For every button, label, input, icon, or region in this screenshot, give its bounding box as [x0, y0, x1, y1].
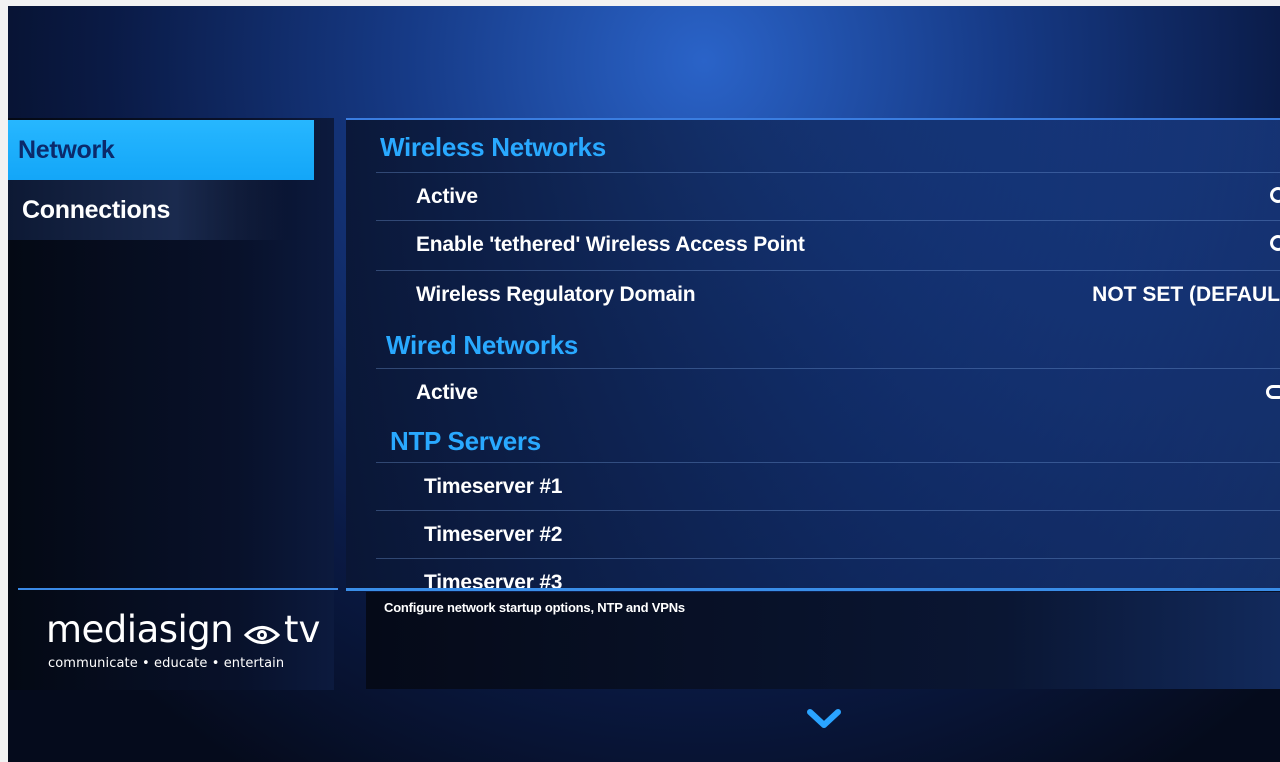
setting-label: Timeserver #3	[424, 571, 563, 588]
sidebar-item-connections[interactable]: Connections	[8, 180, 288, 240]
setting-row-tethered-ap[interactable]: Enable 'tethered' Wireless Access Point	[376, 220, 1280, 268]
setting-label: Timeserver #2	[424, 523, 563, 546]
setting-row-wireless-active[interactable]: Active	[376, 172, 1280, 220]
section-header-ntp: NTP Servers	[390, 426, 541, 456]
screen: Network Connections mediasign tv communi…	[0, 0, 1280, 762]
logo-brand: mediasign	[46, 608, 234, 651]
setting-row-timeserver-3[interactable]: Timeserver #3	[376, 558, 1280, 588]
sidebar-item-label: Network	[18, 136, 115, 164]
sidebar-item-network[interactable]: Network	[8, 120, 314, 180]
sidebar-divider	[18, 588, 338, 590]
mediasign-logo: mediasign tv communicate • educate • ent…	[28, 608, 328, 678]
settings-panel: Wireless Networks Active Enable 'tethere…	[346, 118, 1280, 588]
frame-top	[0, 0, 1280, 6]
frame-left	[0, 0, 8, 762]
toggle-icon[interactable]	[1266, 385, 1280, 399]
setting-value: NOT SET (DEFAUL	[1092, 283, 1280, 306]
toggle-icon[interactable]	[1270, 235, 1280, 251]
setting-label: Wireless Regulatory Domain	[416, 283, 696, 306]
description-panel: Configure network startup options, NTP a…	[366, 592, 1280, 689]
section-header-wireless: Wireless Networks	[380, 132, 606, 162]
sidebar-item-label: Connections	[22, 196, 171, 224]
setting-row-regulatory-domain[interactable]: Wireless Regulatory Domain NOT SET (DEFA…	[376, 270, 1280, 318]
sidebar: Network Connections mediasign tv communi…	[8, 118, 338, 690]
setting-row-timeserver-1[interactable]: Timeserver #1	[376, 462, 1280, 510]
description-text: Configure network startup options, NTP a…	[384, 600, 685, 615]
description-divider	[346, 588, 1280, 591]
panel-top-border	[346, 118, 1280, 120]
setting-row-timeserver-2[interactable]: Timeserver #2	[376, 510, 1280, 558]
logo-suffix: tv	[284, 608, 321, 651]
setting-row-wired-active[interactable]: Active	[376, 368, 1280, 416]
setting-label: Active	[416, 381, 478, 404]
setting-label: Enable 'tethered' Wireless Access Point	[416, 233, 805, 256]
eye-icon	[244, 626, 280, 644]
setting-label: Active	[416, 185, 478, 208]
toggle-icon[interactable]	[1270, 187, 1280, 203]
logo-tagline: communicate • educate • entertain	[48, 656, 285, 671]
section-header-wired: Wired Networks	[386, 330, 579, 360]
chevron-down-icon[interactable]	[807, 708, 841, 730]
setting-label: Timeserver #1	[424, 475, 563, 498]
